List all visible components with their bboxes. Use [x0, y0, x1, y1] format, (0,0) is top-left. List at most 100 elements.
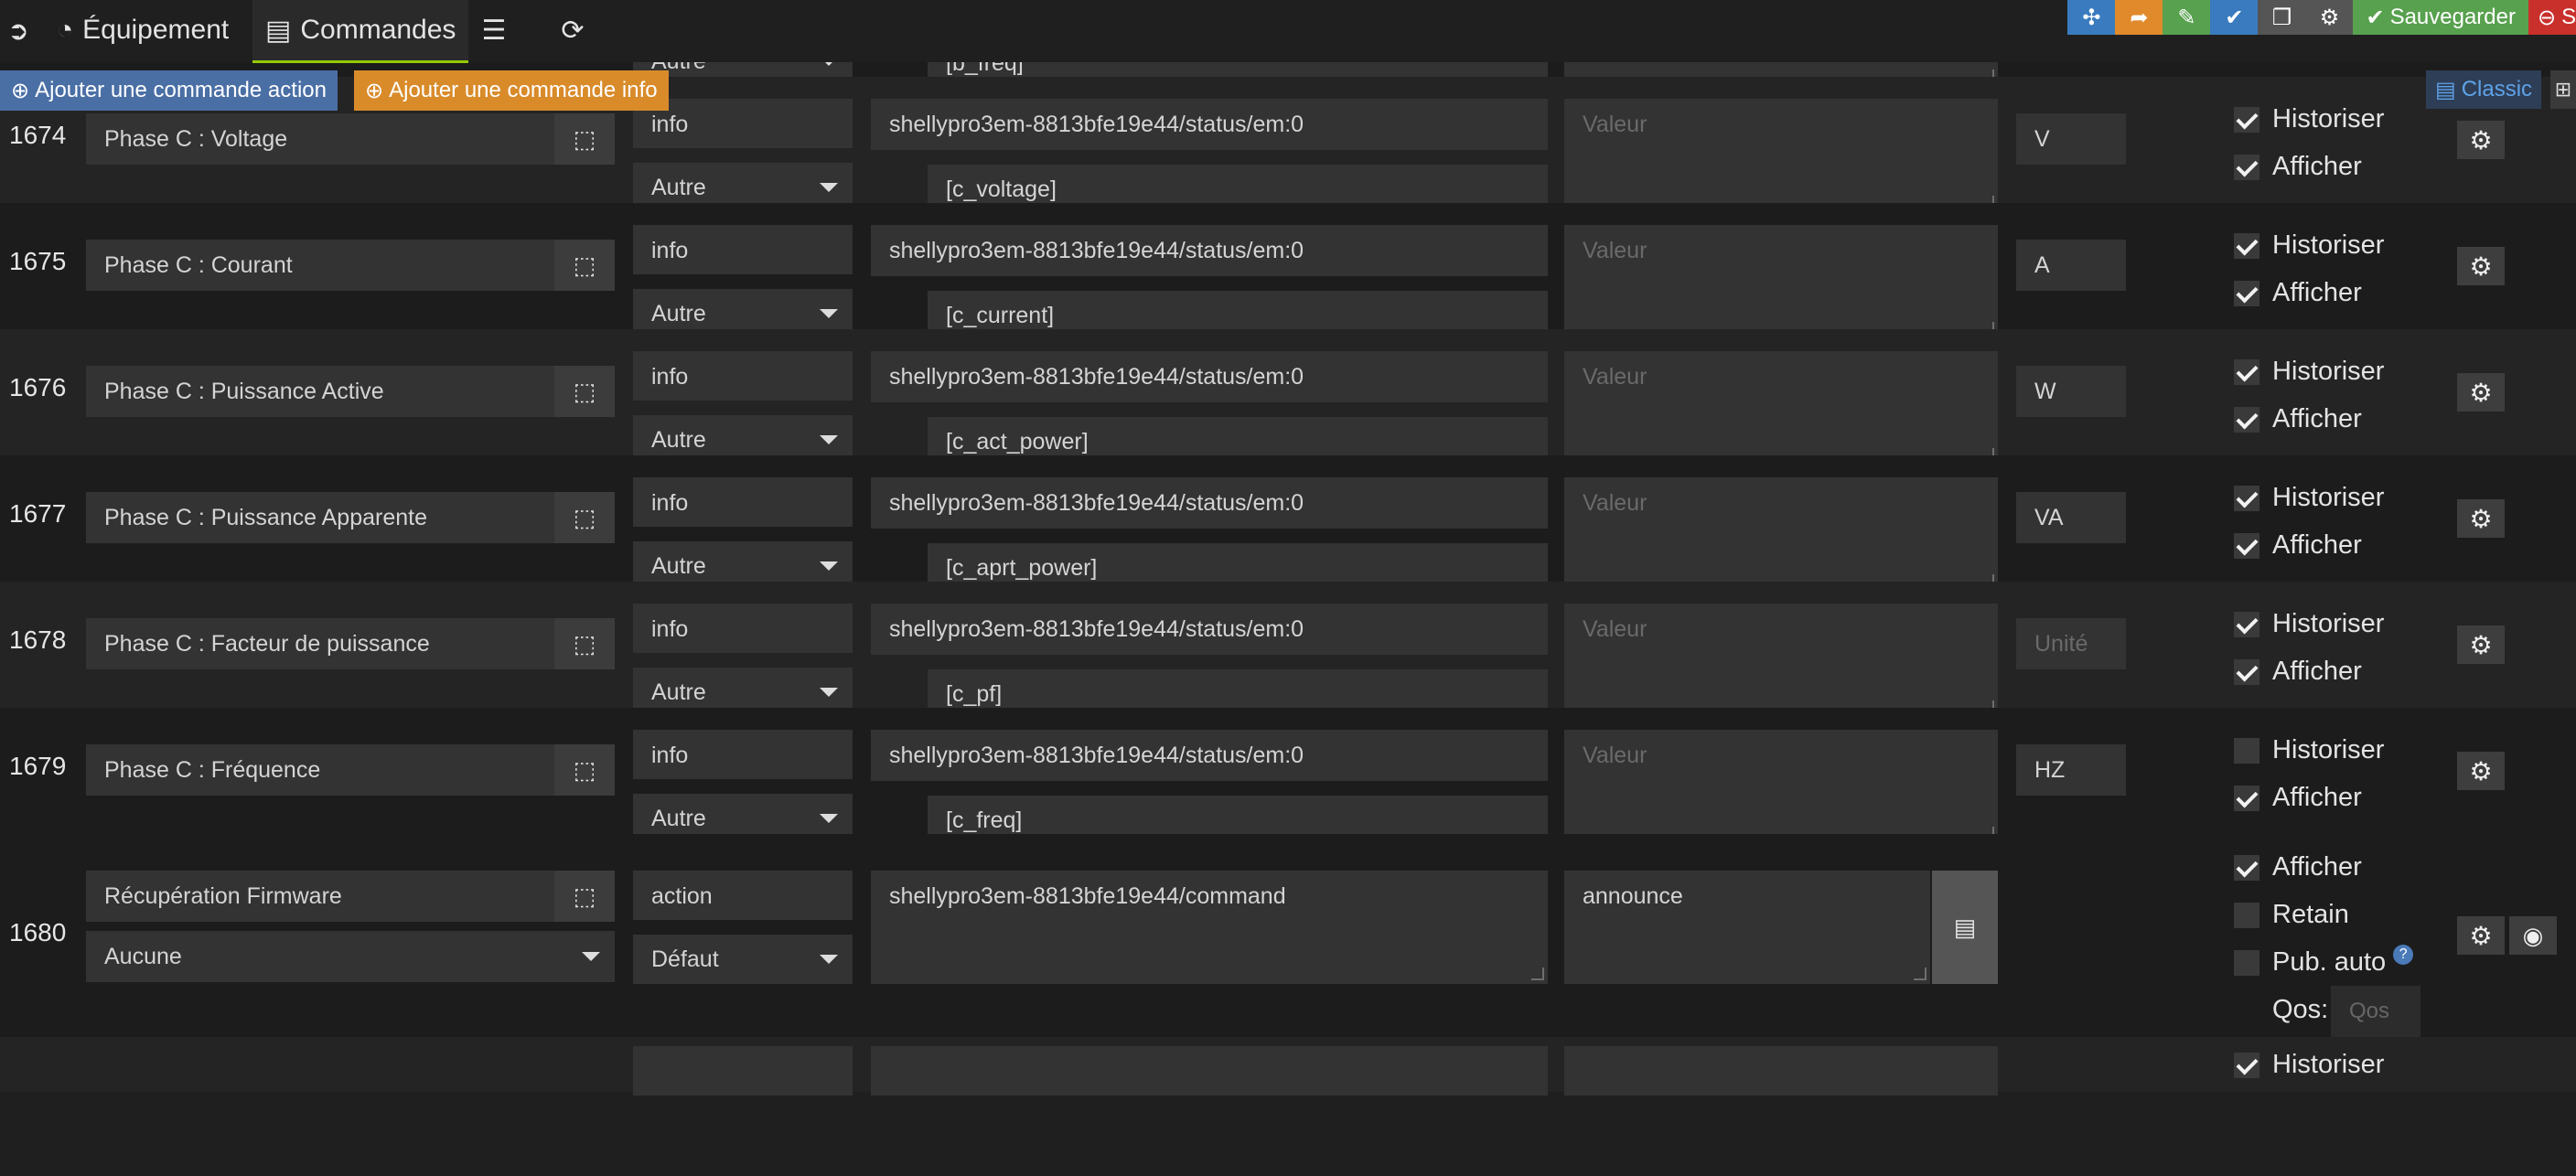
tab-commands[interactable]: ▤ Commandes [252, 0, 469, 63]
tab-logs[interactable]: ☰ [476, 0, 512, 60]
display-checkbox[interactable]: Afficher [2234, 152, 2362, 182]
historize-checkbox[interactable]: Historiser [2234, 357, 2384, 387]
checkbox-box[interactable] [2234, 406, 2259, 433]
resize-handle[interactable] [1914, 968, 1927, 980]
value-textarea[interactable]: announce [1564, 871, 1930, 984]
configure-icon-button[interactable]: ⬚ [554, 744, 615, 796]
value-list-button[interactable]: ▤ [1932, 871, 1998, 984]
advanced-config-button[interactable]: ⚙ [2457, 752, 2505, 790]
topic-textarea[interactable]: shellypro3em-8813bfe19e44/command [871, 871, 1548, 984]
linked-info-select[interactable]: Aucune [86, 931, 615, 982]
advanced-config-button[interactable]: ⚙ [2457, 373, 2505, 412]
historize-checkbox[interactable]: Historiser [2234, 735, 2384, 765]
validate-button[interactable]: ✔ [2210, 0, 2259, 35]
checkbox-box[interactable] [2234, 949, 2259, 976]
historize-checkbox[interactable]: Historiser [2234, 609, 2384, 639]
value-textarea[interactable]: Valeur [1564, 225, 1998, 338]
checkbox-box[interactable] [2234, 280, 2259, 306]
historize-checkbox[interactable]: Historiser [2234, 230, 2384, 261]
command-name-input[interactable]: Phase C : Puissance Apparente [86, 492, 554, 543]
share-button[interactable]: ➦ [2115, 0, 2163, 35]
resize-handle[interactable] [1531, 968, 1544, 980]
qos-input[interactable]: Qos [2331, 986, 2420, 1037]
checkbox-box[interactable] [2234, 737, 2259, 764]
value-textarea[interactable]: Valeur [1564, 730, 1998, 843]
display-label: Afficher [2272, 783, 2362, 812]
topic-input[interactable]: shellypro3em-8813bfe19e44/status/em:0 [871, 604, 1548, 655]
health-button[interactable]: ✣ [2067, 0, 2116, 35]
checkbox-box[interactable] [2234, 902, 2259, 928]
advanced-config-button[interactable]: ⚙ [2457, 625, 2505, 664]
checkbox-box[interactable] [2234, 532, 2259, 559]
retain-checkbox[interactable]: Retain [2234, 900, 2349, 930]
advanced-config-button[interactable]: ⚙ [2457, 121, 2505, 159]
advanced-config-button[interactable]: ⚙ [2457, 916, 2505, 955]
value-textarea[interactable]: Valeur [1564, 604, 1998, 717]
command-name-input[interactable]: Récupération Firmware [86, 871, 554, 922]
add-info-command-button[interactable]: ⊕ Ajouter une commande info [354, 70, 669, 111]
save-button[interactable]: ✔ Sauvegarder [2353, 0, 2528, 35]
refresh-button[interactable]: ⟳ [553, 0, 593, 60]
configure-icon-button[interactable]: ⬚ [554, 113, 615, 165]
display-checkbox[interactable]: Afficher [2234, 404, 2362, 434]
back-button[interactable]: ➲ [0, 0, 37, 60]
checkbox-box[interactable] [2234, 232, 2259, 259]
display-checkbox[interactable]: Afficher [2234, 657, 2362, 687]
display-checkbox[interactable]: Afficher [2234, 278, 2362, 308]
configure-icon-button[interactable]: ⬚ [554, 871, 615, 922]
checkbox-box[interactable] [2234, 358, 2259, 385]
topic-input[interactable]: shellypro3em-8813bfe19e44/status/em:0 [871, 730, 1548, 781]
topic-input[interactable]: shellypro3em-8813bfe19e44/status/em:0 [871, 477, 1548, 529]
display-checkbox[interactable]: Afficher [2234, 852, 2362, 882]
checkbox-box[interactable] [2234, 1052, 2259, 1078]
checkbox-box[interactable] [2234, 106, 2259, 133]
help-icon[interactable]: ? [2393, 944, 2414, 965]
add-action-command-button[interactable]: ⊕ Ajouter une commande action [0, 70, 338, 111]
command-name-input[interactable]: Phase C : Fréquence [86, 744, 554, 796]
command-name-input[interactable]: Phase C : Puissance Active [86, 366, 554, 417]
unit-input[interactable]: VA [2016, 492, 2126, 543]
command-name-input[interactable]: Phase C : Courant [86, 240, 554, 291]
historize-checkbox[interactable]: Historiser [2234, 104, 2384, 134]
advanced-config-button[interactable]: ⚙ [2457, 499, 2505, 538]
checkbox-box[interactable] [2234, 154, 2259, 180]
historize-checkbox[interactable]: Historiser [2234, 1050, 2384, 1080]
topic-input[interactable]: shellypro3em-8813bfe19e44/status/em:0 [871, 351, 1548, 402]
config-button[interactable]: ⚙ [2305, 0, 2354, 35]
unit-input[interactable]: V [2016, 113, 2126, 165]
checkbox-box[interactable] [2234, 611, 2259, 637]
copy-button[interactable]: ❐ [2258, 0, 2306, 35]
command-subtype-select[interactable]: Défaut [633, 935, 853, 984]
classic-view-button[interactable]: ▤ Classic [2426, 70, 2542, 109]
mqtt-publish-button[interactable]: ◉ [2509, 916, 2557, 955]
unit-input[interactable]: A [2016, 240, 2126, 291]
configure-icon-button[interactable]: ⬚ [554, 240, 615, 291]
tree-view-button[interactable]: ⊞ [2550, 70, 2576, 109]
checkbox-box[interactable] [2234, 658, 2259, 685]
unit-input[interactable]: HZ [2016, 744, 2126, 796]
configure-icon-button[interactable]: ⬚ [554, 618, 615, 669]
display-checkbox[interactable]: Afficher [2234, 783, 2362, 813]
configure-icon-button[interactable]: ⬚ [554, 366, 615, 417]
configure-icon-button[interactable]: ⬚ [554, 492, 615, 543]
topic-input[interactable]: shellypro3em-8813bfe19e44/status/em:0 [871, 225, 1548, 276]
pub-auto-checkbox[interactable]: Pub. auto? [2234, 944, 2414, 978]
command-name-input[interactable]: Phase C : Voltage [86, 113, 554, 165]
edit-button[interactable]: ✎ [2163, 0, 2211, 35]
value-textarea[interactable]: Valeur [1564, 351, 1998, 465]
checkbox-box[interactable] [2234, 854, 2259, 881]
delete-button[interactable]: ⊖ Supprimer [2528, 0, 2576, 35]
display-checkbox[interactable]: Afficher [2234, 530, 2362, 561]
unit-input[interactable]: W [2016, 366, 2126, 417]
value-textarea[interactable]: Valeur [1564, 477, 1998, 591]
checkbox-box[interactable] [2234, 785, 2259, 811]
command-name-input[interactable]: Phase C : Facteur de puissance [86, 618, 554, 669]
checkbox-box[interactable] [2234, 485, 2259, 511]
topic-input[interactable]: shellypro3em-8813bfe19e44/status/em:0 [871, 99, 1548, 150]
value-textarea[interactable]: Valeur [1564, 99, 1998, 212]
advanced-config-button[interactable]: ⚙ [2457, 247, 2505, 285]
tab-equipment[interactable]: ◔ Équipement [57, 0, 229, 60]
historize-checkbox[interactable]: Historiser [2234, 483, 2384, 513]
chevron-down-icon [820, 183, 838, 192]
unit-input[interactable]: Unité [2016, 618, 2126, 669]
